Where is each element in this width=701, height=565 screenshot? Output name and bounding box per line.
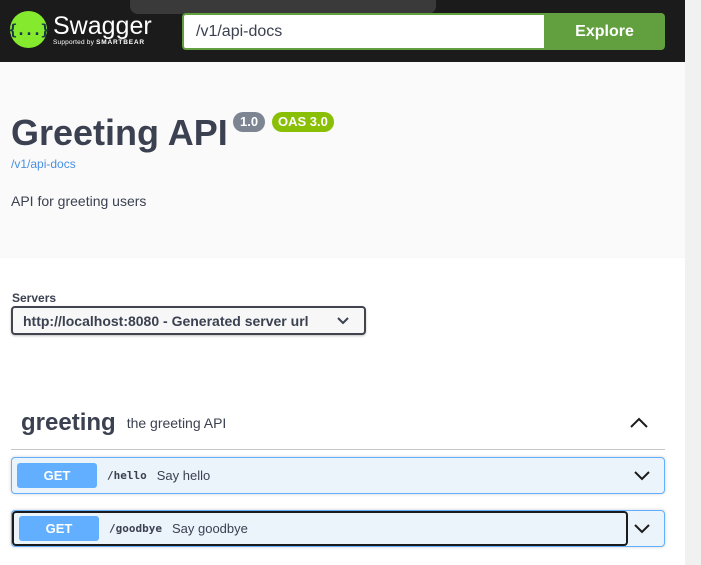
top-bar: {...} Swagger Supported by SMARTBEAR Exp…: [0, 0, 685, 62]
tag-header-greeting[interactable]: greeting the greeting API: [11, 396, 665, 450]
tag-name: greeting: [21, 408, 116, 436]
spec-url-input[interactable]: [182, 13, 546, 50]
operation-summary-text: Say hello: [156, 468, 211, 483]
operation-summary-text: Say goodbye: [171, 521, 248, 536]
logo-text: Swagger Supported by SMARTBEAR: [53, 13, 152, 47]
api-description: API for greeting users: [11, 193, 147, 209]
operation-get-hello: GET /hello Say hello: [11, 457, 665, 494]
logo-sub-brand: SMARTBEAR: [96, 38, 145, 46]
method-badge: GET: [17, 463, 97, 488]
servers-label: Servers: [12, 291, 57, 305]
method-badge: GET: [19, 516, 99, 541]
chevron-down-icon[interactable]: [628, 515, 656, 543]
chevron-down-icon[interactable]: [628, 462, 656, 490]
servers-section: Servers http://localhost:8080 - Generate…: [0, 258, 685, 367]
operation-summary[interactable]: GET /hello Say hello: [12, 458, 628, 493]
page-title: Greeting API: [11, 112, 228, 153]
operations-section: greeting the greeting API GET /hello Say…: [0, 367, 685, 565]
servers-selected-value: http://localhost:8080 - Generated server…: [23, 312, 309, 329]
operation-get-goodbye: GET /goodbye Say goodbye: [11, 510, 665, 547]
chevron-down-icon: [336, 314, 350, 328]
operation-summary[interactable]: GET /goodbye Say goodbye: [12, 511, 628, 546]
logo-name: Swagger: [53, 11, 152, 40]
servers-select[interactable]: http://localhost:8080 - Generated server…: [11, 306, 366, 335]
api-info: Greeting API 1.0 OAS 3.0 /v1/api-docs AP…: [0, 62, 685, 258]
logo-subtitle: Supported by SMARTBEAR: [53, 39, 152, 47]
chevron-up-icon[interactable]: [619, 408, 659, 438]
window-tab-edge: [130, 0, 436, 14]
operation-path: /goodbye: [109, 522, 162, 535]
logo-sub-prefix: Supported by: [53, 38, 95, 46]
tag-description: the greeting API: [126, 414, 227, 431]
version-badge: 1.0: [233, 112, 266, 132]
explore-button[interactable]: Explore: [544, 13, 665, 50]
vertical-scrollbar[interactable]: [685, 0, 701, 565]
swagger-logo[interactable]: {...} Swagger Supported by SMARTBEAR: [8, 11, 152, 48]
swagger-logo-icon: {...}: [8, 11, 50, 48]
spec-link[interactable]: /v1/api-docs: [11, 157, 76, 171]
oas-badge: OAS 3.0: [272, 112, 334, 132]
operation-path: /hello: [107, 469, 147, 482]
